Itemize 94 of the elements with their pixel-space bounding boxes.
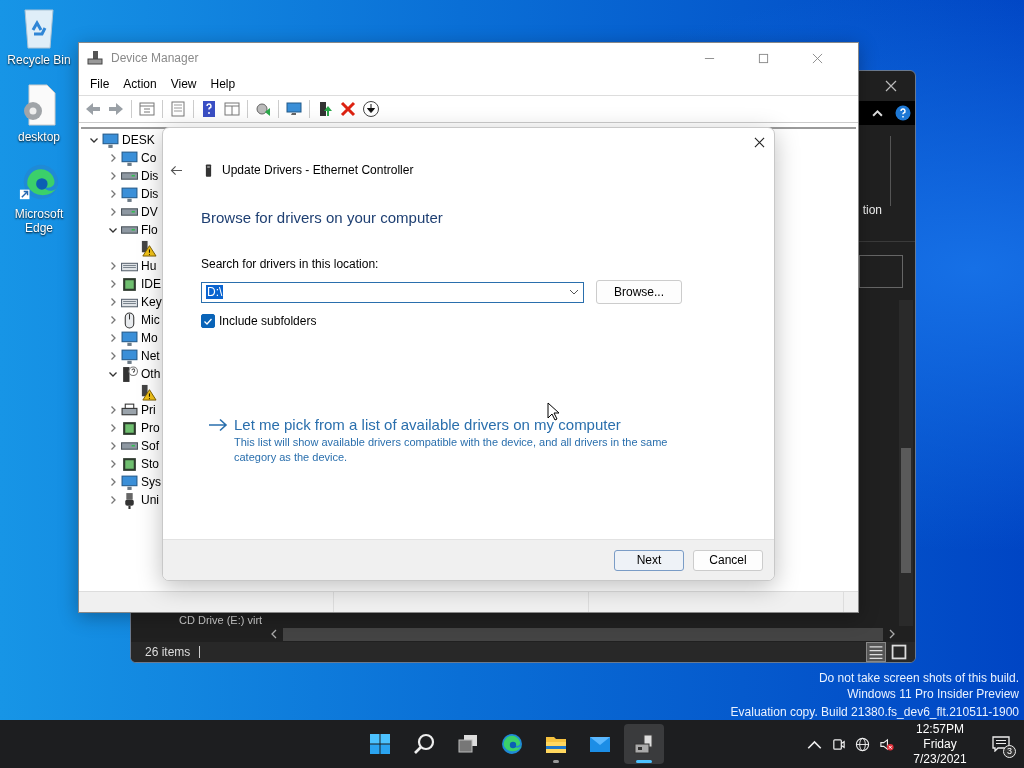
edge-icon bbox=[500, 732, 524, 756]
file-row[interactable]: CD Drive (E:) virt bbox=[179, 614, 263, 626]
chevron-icon[interactable] bbox=[89, 135, 99, 145]
download-circle-icon[interactable] bbox=[361, 99, 381, 119]
monitor-icon bbox=[102, 131, 119, 149]
drive-icon bbox=[121, 442, 138, 450]
large-icons-view-icon[interactable] bbox=[889, 642, 909, 662]
drive-icon bbox=[121, 172, 138, 180]
menu-item[interactable]: File bbox=[83, 75, 117, 93]
chevron-icon[interactable] bbox=[108, 225, 118, 235]
monitor-icon bbox=[121, 149, 138, 167]
tree-item[interactable]: Hu bbox=[141, 259, 157, 273]
tree-item[interactable]: IDE bbox=[141, 277, 161, 291]
link-description: This list will show available drivers compatible with the device, and all drivers in the same category as the device. bbox=[234, 435, 669, 465]
menu-item[interactable]: View bbox=[163, 75, 204, 93]
message-icon bbox=[992, 736, 1010, 752]
warning-device-icon bbox=[140, 239, 157, 257]
tree-item[interactable]: DV bbox=[141, 205, 158, 219]
device-manager-taskbar-button[interactable] bbox=[624, 724, 664, 764]
browse-button[interactable]: Browse... bbox=[596, 280, 682, 304]
monitor-icon bbox=[121, 347, 138, 365]
notification-count: 3 bbox=[1003, 745, 1016, 758]
arrow-icon[interactable] bbox=[208, 418, 228, 432]
search-icon bbox=[412, 732, 436, 756]
scrollbar[interactable] bbox=[899, 300, 913, 626]
drive-icon bbox=[121, 226, 138, 234]
maximize-icon[interactable] bbox=[758, 52, 769, 64]
chevron-icon[interactable] bbox=[108, 369, 118, 379]
dialog-button[interactable]: Cancel bbox=[693, 549, 763, 571]
dialog-title: Update Drivers - Ethernet Controller bbox=[222, 163, 414, 177]
windows-logo-icon bbox=[368, 732, 392, 756]
tree-item[interactable]: Sto bbox=[141, 457, 159, 471]
help-icon[interactable] bbox=[895, 105, 911, 121]
scroll-left-icon[interactable] bbox=[271, 629, 277, 639]
build-notice: Do not take screen shots of this build. bbox=[818, 670, 1019, 686]
notification-button[interactable]: 3 bbox=[988, 731, 1014, 757]
window-title: Device Manager bbox=[111, 51, 199, 65]
close-icon[interactable] bbox=[885, 80, 897, 92]
checkbox-label[interactable]: Include subfolders bbox=[219, 314, 317, 328]
horizontal-scrollbar[interactable] bbox=[283, 627, 883, 641]
globe-icon[interactable] bbox=[855, 736, 870, 752]
tree-item[interactable]: Co bbox=[141, 151, 157, 165]
tree-item[interactable]: Net bbox=[141, 349, 160, 363]
tree-item[interactable]: Mo bbox=[141, 331, 158, 345]
monitor-icon bbox=[121, 473, 138, 491]
network-adapter-icon bbox=[205, 163, 212, 177]
scroll-right-icon[interactable] bbox=[889, 629, 895, 639]
details-view-icon[interactable] bbox=[866, 642, 886, 662]
search-field[interactable] bbox=[859, 254, 903, 288]
build-notice: Evaluation copy. Build 21380.fs_dev6_flt.210511-1900 bbox=[730, 704, 1019, 720]
tree-item[interactable]: Dis bbox=[141, 187, 159, 201]
chip-icon bbox=[121, 275, 138, 293]
pick-driver-link[interactable]: Let me pick from a list of available drivers on my computer bbox=[234, 416, 679, 433]
clock-date[interactable]: 7/23/2021 bbox=[913, 751, 967, 767]
mouse-cursor-icon bbox=[547, 402, 559, 421]
computer-icon bbox=[87, 50, 103, 66]
chip-icon bbox=[121, 455, 138, 473]
location-combobox[interactable]: D:\ bbox=[201, 281, 584, 303]
tree-item[interactable]: Key bbox=[141, 295, 162, 309]
dialog-button[interactable]: Next bbox=[614, 549, 684, 571]
drive-icon bbox=[121, 208, 138, 216]
tree-item[interactable]: Dis bbox=[141, 169, 159, 183]
tree-item[interactable]: Pri bbox=[141, 403, 156, 417]
chip-icon bbox=[121, 419, 138, 437]
monitor-icon bbox=[121, 185, 138, 203]
back-arrow-icon[interactable] bbox=[170, 164, 183, 176]
checkbox[interactable] bbox=[201, 314, 215, 328]
speaker-muted-icon[interactable] bbox=[879, 736, 894, 752]
tree-item[interactable]: Pro bbox=[141, 421, 160, 435]
warning-device-icon bbox=[140, 383, 157, 401]
camera-icon[interactable] bbox=[831, 736, 846, 752]
close-icon[interactable] bbox=[754, 137, 765, 148]
tree-item[interactable]: Mic bbox=[141, 313, 160, 327]
field-label: Search for drivers in this location: bbox=[201, 257, 380, 271]
menu-item[interactable]: Action bbox=[116, 75, 164, 93]
uninstall-icon[interactable] bbox=[338, 99, 358, 119]
tree-item[interactable]: Oth bbox=[141, 367, 161, 381]
item-count: 26 items bbox=[145, 645, 191, 659]
tree-item[interactable]: Uni bbox=[141, 493, 159, 507]
monitor-icon bbox=[121, 329, 138, 347]
menu-item[interactable]: Help bbox=[203, 75, 243, 93]
collapse-ribbon-icon[interactable] bbox=[872, 108, 883, 118]
caret-icon bbox=[569, 289, 579, 295]
tree-item[interactable]: Sys bbox=[141, 475, 161, 489]
clock-time[interactable]: 12:57PM bbox=[916, 721, 964, 737]
task-view-icon bbox=[456, 732, 480, 756]
tree-item[interactable]: DESK bbox=[122, 133, 155, 147]
build-notice: Windows 11 Pro Insider Preview bbox=[847, 686, 1019, 702]
clock-day[interactable]: Friday bbox=[923, 736, 957, 752]
unknown-device-icon bbox=[121, 365, 138, 383]
tree-item[interactable]: Flo bbox=[141, 223, 158, 237]
ribbon-label[interactable]: tion bbox=[862, 203, 882, 217]
dialog-heading: Browse for drivers on your computer bbox=[201, 209, 444, 226]
tree-item[interactable]: Sof bbox=[141, 439, 159, 453]
